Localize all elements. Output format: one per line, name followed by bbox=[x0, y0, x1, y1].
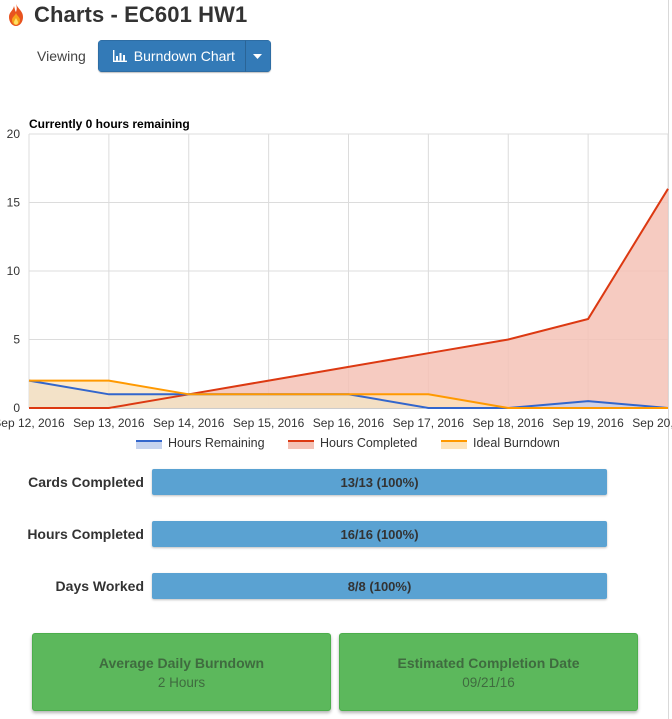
x-tick-label: Sep 17, 2016 bbox=[393, 416, 465, 430]
legend-swatch bbox=[288, 438, 314, 449]
legend-label: Ideal Burndown bbox=[473, 436, 560, 450]
viewing-label: Viewing bbox=[37, 48, 86, 64]
x-axis: Sep 12, 2016 Sep 13, 2016 Sep 14, 2016 Sep … bbox=[0, 416, 672, 430]
x-tick-label: Sep 12, 2016 bbox=[0, 416, 65, 430]
y-tick-label: 5 bbox=[13, 333, 20, 347]
legend-item[interactable]: Hours Remaining bbox=[136, 436, 265, 450]
chart-legend: Hours Remaining Hours Completed Ideal Burn… bbox=[0, 436, 672, 452]
progress-label: Cards Completed bbox=[28, 474, 144, 490]
chart-title: Currently 0 hours remaining bbox=[29, 117, 190, 131]
stat-box: Estimated Completion Date 09/21/16 bbox=[339, 633, 638, 711]
view-selector-button[interactable]: Burndown Chart bbox=[97, 40, 245, 72]
legend-swatch bbox=[136, 438, 162, 449]
burndown-chart: Currently 0 hours remaining 0 5 10 15 20 Sep… bbox=[0, 117, 672, 430]
stat-title: Average Daily Burndown bbox=[98, 654, 265, 671]
stat-value: 09/21/16 bbox=[462, 674, 515, 690]
flame-logo-icon bbox=[9, 4, 23, 26]
x-tick-label: Sep 16, 2016 bbox=[313, 416, 385, 430]
progress-bar: 16/16 (100%) bbox=[152, 521, 607, 547]
x-tick-label: Sep 14, 2016 bbox=[153, 416, 225, 430]
y-tick-label: 10 bbox=[7, 264, 21, 278]
progress-bar: 8/8 (100%) bbox=[152, 573, 607, 599]
legend-label: Hours Remaining bbox=[168, 436, 265, 450]
view-selector-row: Viewing Burndown Chart bbox=[37, 40, 271, 72]
progress-value: 8/8 (100%) bbox=[347, 578, 412, 594]
progress-value: 16/16 (100%) bbox=[340, 526, 419, 542]
stat-value: 2 Hours bbox=[157, 674, 206, 690]
legend-item[interactable]: Ideal Burndown bbox=[441, 436, 560, 450]
x-tick-label: Sep 18, 2016 bbox=[473, 416, 545, 430]
progress-row: Hours Completed 16/16 (100%) bbox=[0, 520, 672, 548]
x-tick-label: Sep 15, 2016 bbox=[233, 416, 305, 430]
x-tick-label: Sep 19, 2016 bbox=[552, 416, 624, 430]
page-header: Charts - EC601 HW1 bbox=[6, 2, 247, 28]
legend-swatch bbox=[441, 438, 467, 449]
x-tick-label: Sep 20, 2016 bbox=[632, 416, 672, 430]
bar-chart-icon bbox=[112, 50, 127, 62]
y-tick-label: 20 bbox=[7, 127, 21, 141]
caret-down-icon bbox=[253, 53, 263, 59]
view-selector-toggle[interactable] bbox=[244, 40, 271, 72]
view-selector-label: Burndown Chart bbox=[133, 48, 235, 64]
legend-item[interactable]: Hours Completed bbox=[288, 436, 417, 450]
y-tick-label: 15 bbox=[7, 196, 21, 210]
progress-row: Days Worked 8/8 (100%) bbox=[0, 572, 672, 600]
legend-label: Hours Completed bbox=[320, 436, 418, 450]
view-selector: Burndown Chart bbox=[97, 40, 271, 72]
y-tick-label: 0 bbox=[13, 401, 20, 415]
page-title: Charts - EC601 HW1 bbox=[34, 2, 248, 27]
progress-label: Days Worked bbox=[55, 578, 144, 594]
x-tick-label: Sep 13, 2016 bbox=[73, 416, 145, 430]
progress-value: 13/13 (100%) bbox=[340, 474, 419, 490]
progress-label: Hours Completed bbox=[27, 526, 144, 542]
y-axis: 0 5 10 15 20 bbox=[7, 127, 21, 415]
stat-title: Estimated Completion Date bbox=[397, 654, 580, 671]
progress-row: Cards Completed 13/13 (100%) bbox=[0, 468, 672, 496]
progress-bar: 13/13 (100%) bbox=[152, 469, 607, 495]
stat-box: Average Daily Burndown 2 Hours bbox=[32, 633, 331, 711]
